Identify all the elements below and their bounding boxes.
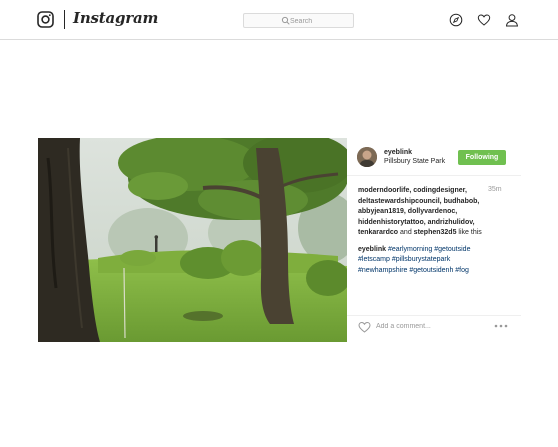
search-input[interactable] <box>290 15 350 27</box>
post-sidebar: eyeblink Pillsbury State Park Following … <box>347 138 521 342</box>
add-comment-input[interactable] <box>376 320 476 333</box>
caption-username[interactable]: eyeblink <box>358 246 386 253</box>
avatar-image <box>357 147 377 167</box>
comments-section: moderndoorlife, codingdesigner, deltaste… <box>358 186 513 276</box>
instagram-camera-icon[interactable] <box>37 11 54 28</box>
more-options-icon[interactable] <box>494 324 508 328</box>
explore-icon[interactable] <box>449 13 463 27</box>
post-timestamp: 35m <box>488 186 502 193</box>
instagram-wordmark[interactable]: Instagram <box>73 9 158 27</box>
foggy-park-photo <box>38 138 347 342</box>
likes-suffix: like this <box>458 229 482 236</box>
search-box[interactable] <box>243 13 354 28</box>
following-button[interactable]: Following <box>458 150 506 165</box>
post-header: eyeblink Pillsbury State Park Following <box>347 138 521 176</box>
likes-text: moderndoorlife, codingdesigner, deltaste… <box>358 186 482 239</box>
profile-icon[interactable] <box>505 13 519 27</box>
post-photo[interactable] <box>38 138 347 342</box>
liked-by-last-user[interactable]: stephen32d5 <box>414 229 457 236</box>
post-card: eyeblink Pillsbury State Park Following … <box>38 138 521 342</box>
top-navigation-bar: Instagram <box>0 0 558 40</box>
post-caption: eyeblink #earlymorning #getoutside #lets… <box>358 245 498 277</box>
comment-bar <box>347 315 521 342</box>
heart-like-icon[interactable] <box>358 321 371 333</box>
heart-icon[interactable] <box>477 13 491 27</box>
post-location[interactable]: Pillsbury State Park <box>384 158 445 165</box>
likes-connector: and <box>400 229 412 236</box>
logo-divider <box>64 10 65 29</box>
avatar[interactable] <box>357 147 377 167</box>
post-username[interactable]: eyeblink <box>384 149 412 156</box>
